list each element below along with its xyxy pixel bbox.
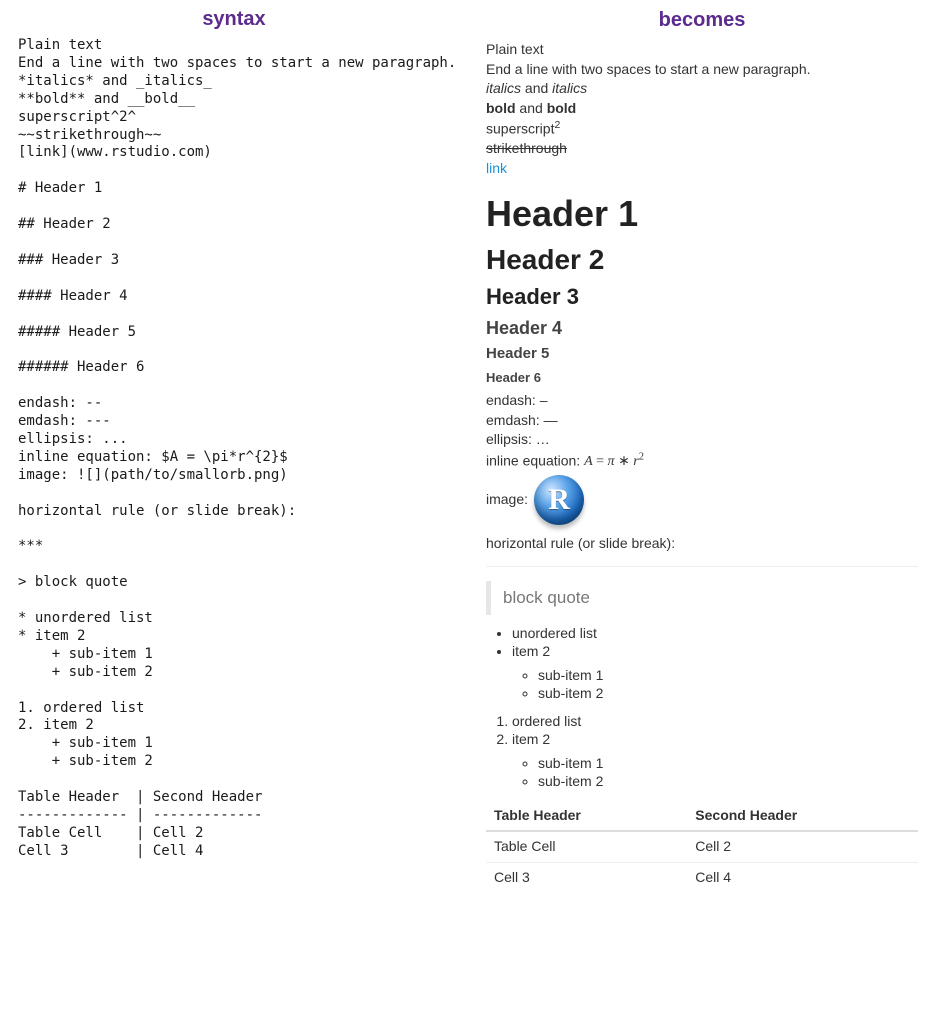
- ellipsis-char: …: [536, 431, 550, 447]
- table-row: Table Cell Cell 2: [486, 831, 918, 862]
- endash-label: endash:: [486, 392, 540, 408]
- sub-list: sub-item 1 sub-item 2: [538, 755, 918, 791]
- plain-text-2: End a line with two spaces to start a ne…: [486, 61, 918, 79]
- table-cell: Cell 2: [687, 831, 918, 862]
- italics-1: italics: [486, 80, 521, 96]
- r-orb-icon: [534, 475, 584, 525]
- list-item: sub-item 1: [538, 755, 918, 773]
- image-label: image:: [486, 491, 528, 509]
- eq-label: inline equation:: [486, 452, 584, 468]
- header-4: Header 4: [486, 317, 918, 340]
- header-1: Header 1: [486, 191, 918, 236]
- and-2: and: [516, 100, 547, 116]
- eq-star: ∗: [615, 454, 634, 469]
- superscript-label: superscript: [486, 121, 554, 137]
- ordered-list: ordered list item 2 sub-item 1 sub-item …: [512, 713, 918, 791]
- hr-label: horizontal rule (or slide break):: [486, 535, 918, 553]
- list-item: item 2 sub-item 1 sub-item 2: [512, 731, 918, 791]
- header-6: Header 6: [486, 370, 918, 386]
- header-3: Header 3: [486, 283, 918, 311]
- table-cell: Cell 3: [486, 862, 687, 892]
- link-line: link: [486, 160, 918, 178]
- rendered-link[interactable]: link: [486, 160, 507, 176]
- bold-line: bold and bold: [486, 100, 918, 118]
- eq-eq: =: [593, 454, 608, 469]
- list-item: ordered list: [512, 713, 918, 731]
- eq-exp: 2: [639, 452, 644, 463]
- superscript-exp: 2: [554, 119, 560, 131]
- inline-equation: A = π ∗ r2: [584, 454, 644, 469]
- list-item-label: item 2: [512, 731, 550, 747]
- table-cell: Cell 4: [687, 862, 918, 892]
- ellipsis-line: ellipsis: …: [486, 431, 918, 449]
- table-cell: Table Cell: [486, 831, 687, 862]
- syntax-block: Plain text End a line with two spaces to…: [18, 37, 450, 861]
- syntax-column: syntax Plain text End a line with two sp…: [0, 0, 468, 908]
- superscript-line: superscript2: [486, 119, 918, 138]
- table-header: Table Header: [486, 801, 687, 832]
- table-header: Second Header: [687, 801, 918, 832]
- list-item: unordered list: [512, 625, 918, 643]
- header-2: Header 2: [486, 242, 918, 277]
- list-item: sub-item 2: [538, 773, 918, 791]
- table-row: Table Header Second Header: [486, 801, 918, 832]
- strike-text: strikethrough: [486, 140, 567, 156]
- ellipsis-label: ellipsis:: [486, 431, 536, 447]
- eq-a: A: [584, 454, 593, 469]
- bold-1: bold: [486, 100, 516, 116]
- emdash-line: emdash: —: [486, 412, 918, 430]
- header-5: Header 5: [486, 345, 918, 364]
- plain-text-1: Plain text: [486, 41, 918, 59]
- italics-line: italics and italics: [486, 80, 918, 98]
- image-line: image:: [486, 475, 918, 525]
- emdash-label: emdash:: [486, 412, 544, 428]
- eq-pi: π: [608, 454, 615, 469]
- table-row: Cell 3 Cell 4: [486, 862, 918, 892]
- sub-list: sub-item 1 sub-item 2: [538, 667, 918, 703]
- endash-line: endash: –: [486, 392, 918, 410]
- strike-line: strikethrough: [486, 140, 918, 158]
- rendered-column: becomes Plain text End a line with two s…: [468, 0, 936, 908]
- page: syntax Plain text End a line with two sp…: [0, 0, 936, 908]
- horizontal-rule: [486, 566, 918, 567]
- syntax-title: syntax: [18, 0, 450, 37]
- block-quote: block quote: [486, 581, 918, 614]
- endash-char: –: [540, 392, 548, 408]
- and-1: and: [521, 80, 552, 96]
- italics-2: italics: [552, 80, 587, 96]
- rendered-table: Table Header Second Header Table Cell Ce…: [486, 801, 918, 893]
- equation-line: inline equation: A = π ∗ r2: [486, 451, 918, 471]
- unordered-list: unordered list item 2 sub-item 1 sub-ite…: [512, 625, 918, 703]
- emdash-char: —: [544, 412, 558, 428]
- bold-2: bold: [547, 100, 577, 116]
- list-item: sub-item 2: [538, 685, 918, 703]
- list-item: sub-item 1: [538, 667, 918, 685]
- list-item-label: item 2: [512, 643, 550, 659]
- list-item: item 2 sub-item 1 sub-item 2: [512, 643, 918, 703]
- becomes-title: becomes: [486, 0, 918, 39]
